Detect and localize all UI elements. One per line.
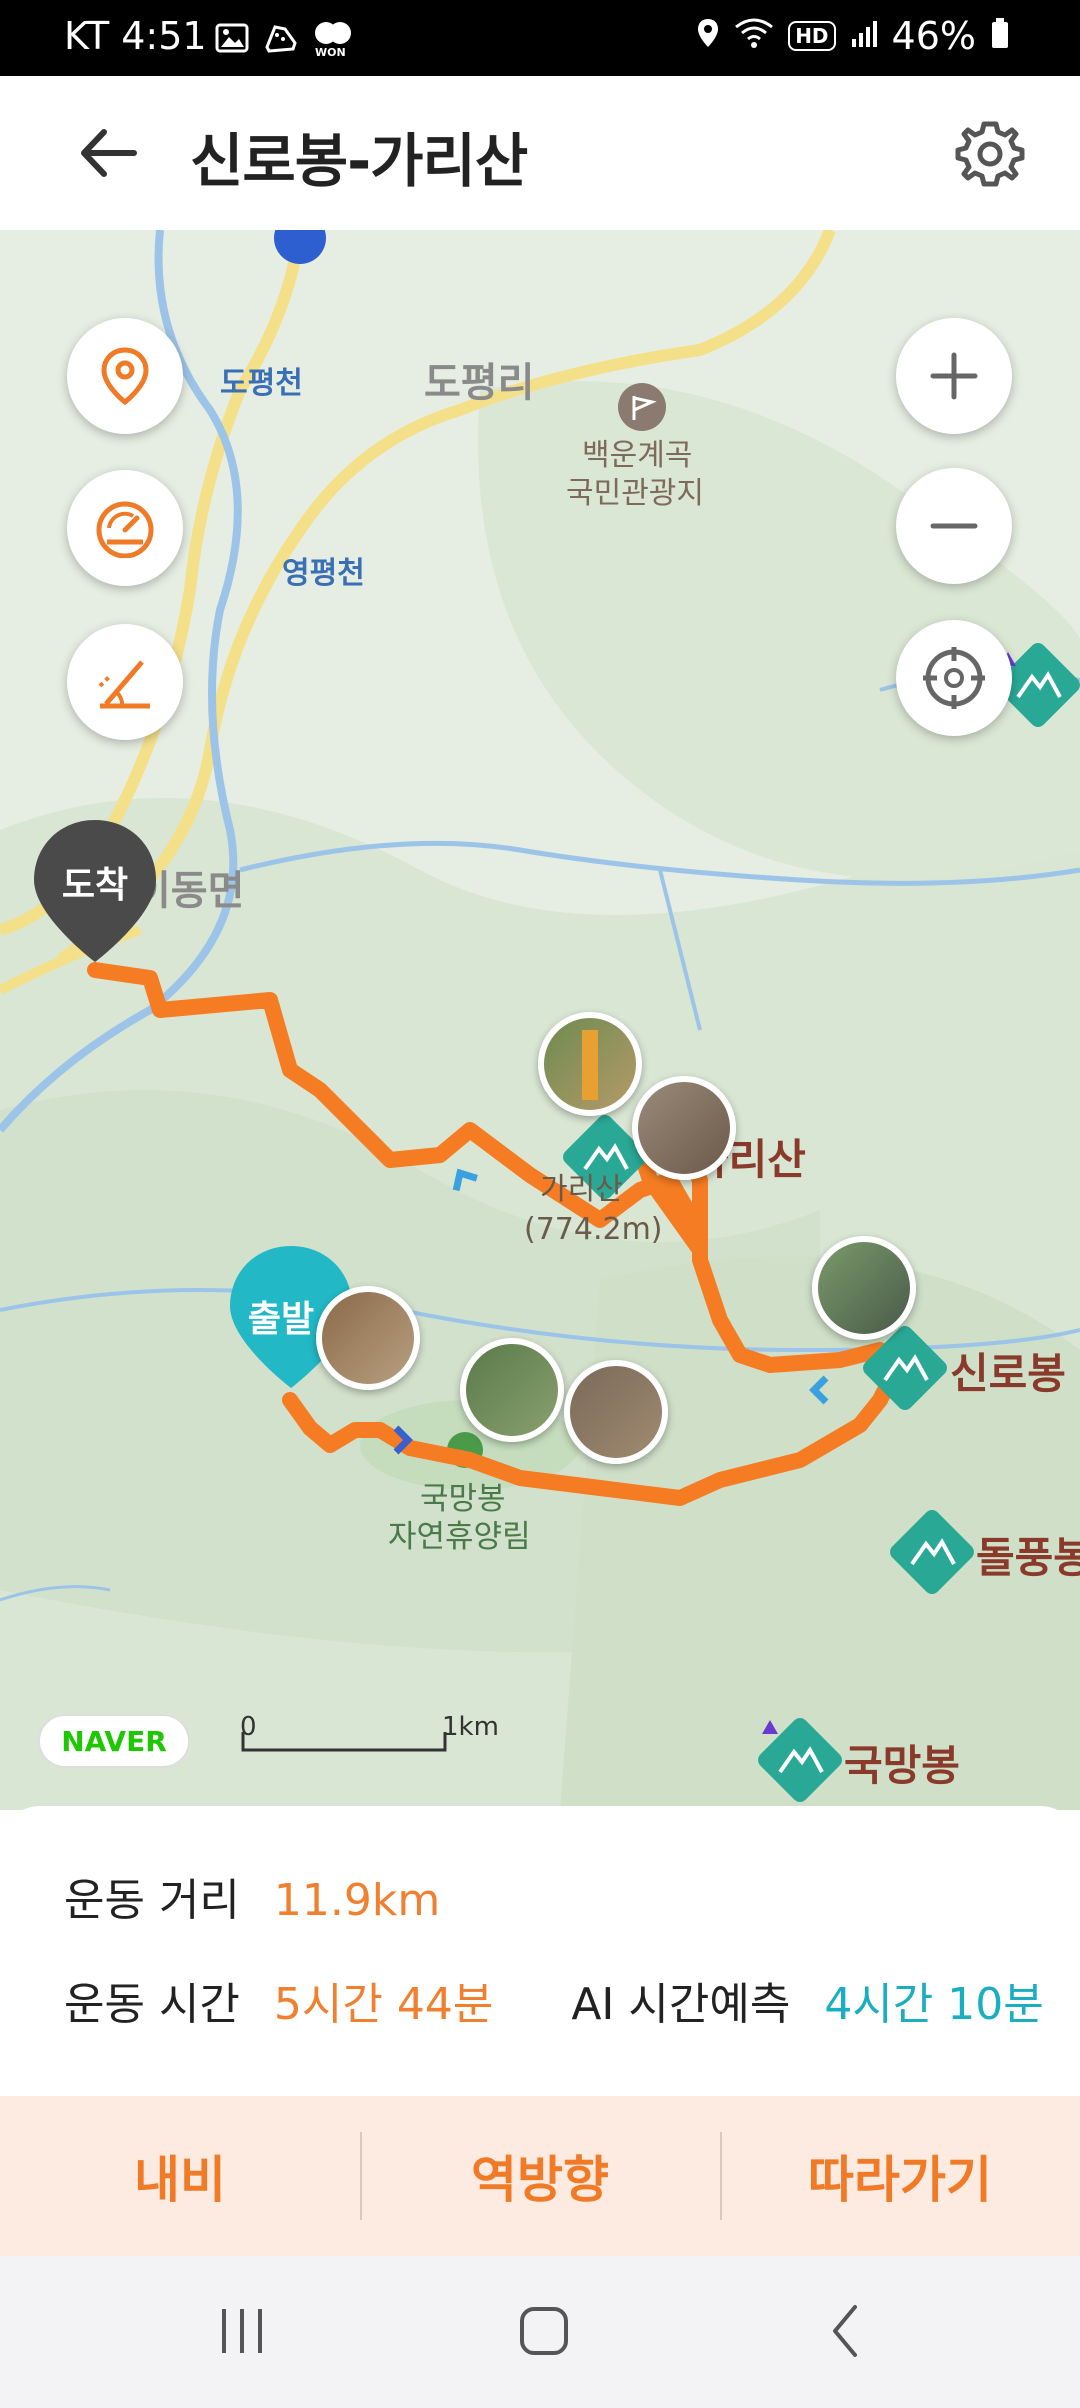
home-icon <box>520 2307 568 2355</box>
slope-icon <box>98 660 150 709</box>
photo-marker[interactable] <box>812 1236 916 1340</box>
nav-back-button[interactable] <box>806 2296 886 2366</box>
map-view[interactable]: 도평천 도평리 백운계곡 국민관광지 영평천 이동면 가리산 (774.2m) … <box>0 230 1080 1810</box>
label-yeongpyeongcheon: 영평천 <box>282 556 365 591</box>
label-baekun-2: 국민관광지 <box>566 476 704 511</box>
back-icon <box>833 2305 857 2357</box>
scale-end: 1km <box>442 1712 499 1742</box>
distance-label: 운동 거리 <box>64 1875 240 1926</box>
won-icon: WON <box>313 20 353 60</box>
shoe-icon <box>263 21 299 59</box>
track-info-panel: 운동 거리 11.9km 운동 시간 5시간 44분 AI 시간예측 4시간 1… <box>0 1806 1080 2096</box>
crosshair-icon <box>923 647 985 709</box>
label-garisan-name: 가리산 <box>540 1172 623 1207</box>
gallery-icon <box>215 23 249 57</box>
page-title: 신로봉-가리산 <box>190 127 528 195</box>
photo-marker[interactable] <box>564 1360 668 1464</box>
system-nav-bar <box>0 2256 1080 2408</box>
reverse-button[interactable]: 역방향 <box>360 2096 720 2256</box>
photo-marker[interactable] <box>538 1012 642 1116</box>
map-background <box>0 230 1080 1810</box>
label-sinrobong: 신로봉 <box>950 1349 1066 1398</box>
label-garisan-alt: (774.2m) <box>524 1212 663 1247</box>
zoom-out-button[interactable] <box>896 468 1012 584</box>
back-arrow-icon <box>81 129 137 177</box>
wifi-icon <box>734 14 774 58</box>
my-location-button[interactable] <box>67 318 183 434</box>
label-baekun-1: 백운계곡 <box>582 438 693 473</box>
speed-button[interactable] <box>67 470 183 586</box>
app-header: 신로봉-가리산 <box>0 76 1080 230</box>
status-time: KT 4:51 <box>64 14 207 58</box>
speedometer-icon <box>96 501 154 558</box>
distance-value: 11.9km <box>273 1875 441 1926</box>
signal-icon <box>850 14 878 58</box>
label-dolpungbong: 돌풍봉 <box>976 1533 1080 1582</box>
ai-prediction-label: AI 시간예측 <box>571 1979 791 2030</box>
label-dopyeongcheon: 도평천 <box>220 366 303 401</box>
battery-percent: 46% <box>891 14 976 58</box>
recent-apps-icon <box>222 2309 262 2353</box>
slope-button[interactable] <box>67 624 183 740</box>
label-dopyeongri: 도평리 <box>424 360 535 406</box>
zoom-out-icon <box>930 523 978 529</box>
zoom-in-button[interactable] <box>896 318 1012 434</box>
recenter-button[interactable] <box>896 620 1012 736</box>
back-button[interactable] <box>70 118 146 188</box>
arrival-label: 도착 <box>61 865 129 906</box>
won-label: WON <box>315 46 346 59</box>
time-label: 운동 시간 <box>64 1979 240 2030</box>
naver-logo: NAVER <box>38 1714 190 1768</box>
photo-marker[interactable] <box>316 1286 420 1390</box>
photo-marker[interactable] <box>460 1338 564 1442</box>
label-gukmangbong-peak: 국망봉 <box>844 1741 960 1790</box>
arrival-marker[interactable]: 도착 <box>30 816 160 966</box>
label-gukmangbong-forest-2: 자연휴양림 <box>388 1519 531 1555</box>
settings-button[interactable] <box>952 116 1028 192</box>
recent-apps-button[interactable] <box>202 2296 282 2366</box>
status-bar: KT 4:51 WON HD 46% <box>0 0 1080 76</box>
navigate-button[interactable]: 내비 <box>0 2096 360 2256</box>
photo-marker[interactable] <box>632 1076 736 1180</box>
hd-icon: HD <box>788 21 836 51</box>
action-bar: 내비 역방향 따라가기 <box>0 2096 1080 2256</box>
follow-button[interactable]: 따라가기 <box>720 2096 1080 2256</box>
zoom-in-icon <box>930 352 978 400</box>
gear-icon <box>955 121 1025 187</box>
home-button[interactable] <box>504 2296 584 2366</box>
time-value: 5시간 44분 <box>273 1979 494 2030</box>
location-icon <box>696 14 720 58</box>
label-gukmangbong-forest-1: 국망봉 <box>420 1481 506 1517</box>
location-pin-icon <box>101 347 149 406</box>
ai-prediction-value: 4시간 10분 <box>824 1979 1044 2030</box>
battery-icon <box>990 14 1010 58</box>
